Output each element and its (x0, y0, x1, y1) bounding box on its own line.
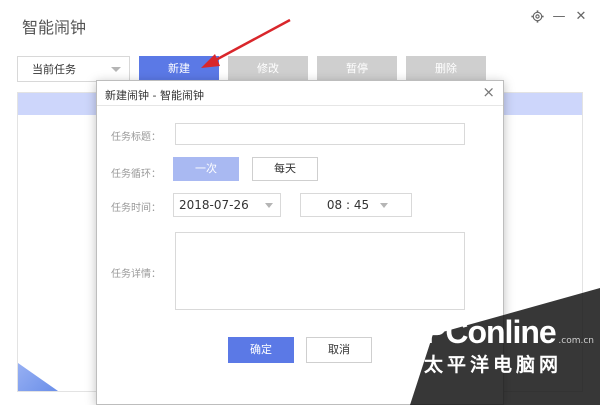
app-title: 智能闹钟 (22, 18, 87, 37)
time-value: 08 : 45 (326, 198, 370, 212)
decorative-wave (18, 363, 58, 391)
repeat-label: 任务循环： (111, 169, 161, 180)
task-time-label: 任务时间： (111, 203, 161, 214)
gear-icon-shape (530, 9, 544, 23)
repeat-once-button[interactable]: 一次 (173, 157, 239, 181)
task-filter-select[interactable]: 当前任务 (17, 56, 130, 82)
dialog-divider (97, 105, 503, 106)
confirm-button[interactable]: 确定 (228, 337, 294, 363)
watermark-domain: .com.cn (558, 336, 594, 346)
date-dropdown[interactable]: 2018-07-26 (173, 193, 281, 217)
chevron-down-icon (380, 203, 388, 208)
chevron-down-icon (111, 67, 121, 72)
cancel-button[interactable]: 取消 (306, 337, 372, 363)
task-detail-label: 任务详情： (111, 269, 161, 280)
edit-button[interactable]: 修改 (228, 56, 308, 82)
new-button[interactable]: 新建 (139, 56, 219, 82)
window-controls: — ✕ (530, 9, 588, 23)
watermark: PConline .com.cn 太平洋电脑网 (410, 288, 600, 405)
task-title-label: 任务标题： (111, 132, 161, 143)
watermark-cn: 太平洋电脑网 (424, 354, 563, 376)
toolbar: 当前任务 新建 修改 暂停 删除 (17, 56, 583, 82)
watermark-brand: PConline (425, 314, 557, 350)
repeat-daily-button[interactable]: 每天 (252, 157, 318, 181)
time-dropdown[interactable]: 08 : 45 (300, 193, 412, 217)
gear-icon[interactable] (530, 9, 544, 23)
task-filter-value: 当前任务 (32, 63, 76, 76)
chevron-down-icon (265, 203, 273, 208)
minimize-icon[interactable]: — (552, 9, 566, 23)
date-value: 2018-07-26 (179, 198, 249, 212)
pause-button[interactable]: 暂停 (317, 56, 397, 82)
task-title-input[interactable] (175, 123, 465, 145)
delete-button[interactable]: 删除 (406, 56, 486, 82)
dialog-title: 新建闹钟 - 智能闹钟 (105, 89, 204, 102)
close-icon[interactable]: ✕ (574, 9, 588, 23)
close-icon[interactable]: × (482, 84, 495, 100)
